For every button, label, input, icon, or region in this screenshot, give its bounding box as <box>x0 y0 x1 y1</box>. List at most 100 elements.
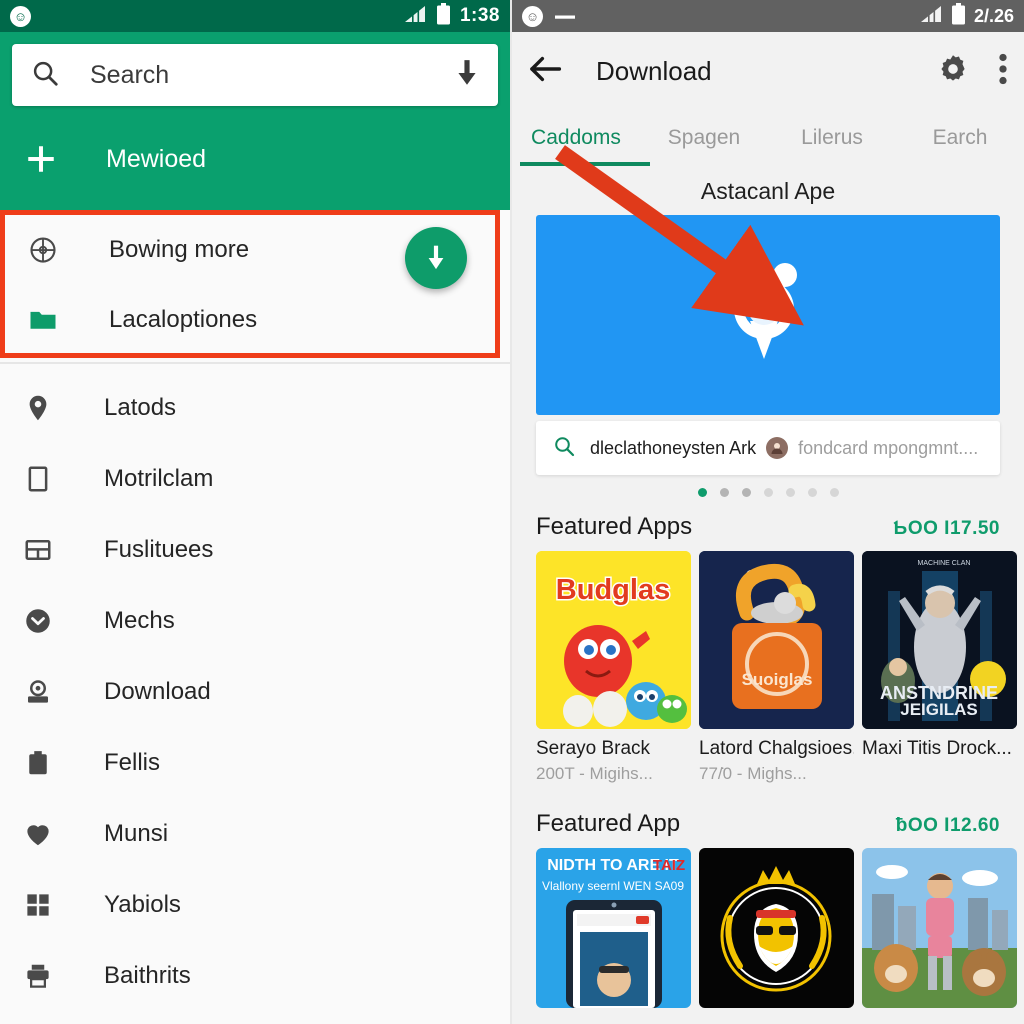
tab-caddoms[interactable]: Caddoms <box>512 126 640 150</box>
heart-icon <box>16 819 60 849</box>
sidebar-item-latods[interactable]: Latods <box>0 372 510 443</box>
layout-icon <box>16 535 60 565</box>
sidebar-item-lacaloptiones[interactable]: Lacaloptiones <box>5 285 495 355</box>
hero-title: Astacanl Ape <box>700 178 836 204</box>
promo-banner[interactable] <box>536 215 1000 415</box>
tab-lilerus[interactable]: Lilerus <box>768 126 896 150</box>
carousel-dot[interactable] <box>697 488 707 497</box>
left-status-bar: ☺ 1:38 <box>0 0 510 32</box>
briefcase-icon <box>16 748 60 778</box>
app-card[interactable]: NIDTH TO ARE IT TAIZ Vlallony seernl WEN… <box>536 848 691 1017</box>
app-thumbnail-anstndrine[interactable]: MACHINE CLAN ANSTNDRINE JEIGILAS <box>862 551 1017 729</box>
carousel-dots[interactable] <box>512 475 1024 505</box>
more-vertical-icon[interactable] <box>998 52 1008 91</box>
battery-status-text: 2/.26 <box>973 5 1014 26</box>
tab-spagen[interactable]: Spagen <box>640 126 768 150</box>
banner-search-text: dleclathoneysten Ark <box>590 437 757 458</box>
sidebar-item-motrilclam[interactable]: Motrilclam <box>0 443 510 514</box>
carousel-dot[interactable] <box>829 488 839 497</box>
sidebar-nav-list: Latods Motrilclam Fuslituees Mechs Downl… <box>0 364 510 1011</box>
section-header-featured-apps: Featured Apps ƄOO I17.50 <box>512 505 1024 551</box>
sidebar-item-fuslituees[interactable]: Fuslituees <box>0 514 510 585</box>
sidebar-item-munsi[interactable]: Munsi <box>0 798 510 869</box>
carousel-dot[interactable] <box>763 488 773 497</box>
sidebar-item-new-label: Mewioed <box>106 144 207 173</box>
square-outline-icon <box>16 464 60 494</box>
sidebar-item-fellis-label: Fellis <box>104 748 161 776</box>
chevron-down-circle-icon <box>16 606 60 636</box>
app-row-featured-apps: Budglas Serayo Brack 200T - Migihs... Su… <box>512 551 1024 784</box>
section-title: Featured App <box>536 810 681 837</box>
sidebar-item-baithrits-label: Baithrits <box>104 961 191 989</box>
svg-text:Vlallony seernl WEN SA09: Vlallony seernl WEN SA09 <box>542 879 684 893</box>
sidebar-item-lacaloptiones-label: Lacaloptiones <box>109 306 258 333</box>
app-name: Serayo Brack <box>536 738 651 759</box>
compass-icon <box>21 235 65 265</box>
app-row-featured-app: NIDTH TO ARE IT TAIZ Vlallony seernl WEN… <box>512 848 1024 1017</box>
banner-search-subtext: fondcard mpongmnt.... <box>798 437 979 458</box>
carousel-dot[interactable] <box>807 488 817 497</box>
download-box-icon <box>16 677 60 707</box>
app-thumbnail-sudiglas[interactable]: Suoiglas <box>699 551 854 729</box>
carousel-dot[interactable] <box>785 488 795 497</box>
app-thumbnail-budglas[interactable]: Budglas <box>536 551 691 729</box>
folder-icon <box>21 305 65 335</box>
sidebar-item-munsi-label: Munsi <box>104 819 169 847</box>
app-thumbnail-crown-crest[interactable] <box>699 848 854 1008</box>
app-name: Maxi Titis Drock... <box>862 738 1012 759</box>
section-price: ƀOO I12.60 <box>895 815 1000 836</box>
carousel-dot[interactable] <box>741 488 751 497</box>
highlighted-nav-group: Bowing more Lacaloptiones <box>0 210 500 358</box>
app-name: Latord Chalgsioes. <box>699 738 854 759</box>
right-toolbar: Download <box>512 32 1024 110</box>
sidebar-item-yabiols[interactable]: Yabiols <box>0 869 510 940</box>
sidebar-item-fellis[interactable]: Fellis <box>0 727 510 798</box>
download-arrow-icon[interactable] <box>454 58 480 93</box>
search-placeholder: Search <box>90 60 170 89</box>
app-card[interactable] <box>862 848 1017 1017</box>
sidebar-item-baithrits[interactable]: Baithrits <box>0 940 510 1011</box>
sidebar-item-new[interactable]: Mewioed <box>0 122 510 196</box>
banner-search-field[interactable]: dleclathoneysten Ark fondcard mpongmnt..… <box>536 421 1000 475</box>
search-icon <box>552 434 576 463</box>
app-card[interactable]: MACHINE CLAN ANSTNDRINE JEIGILAS Maxi Ti… <box>862 551 1017 784</box>
download-fab-button[interactable] <box>405 227 467 289</box>
app-thumbnail-hero-bears[interactable] <box>862 848 1017 1008</box>
download-arrow-icon <box>428 245 444 270</box>
sidebar-item-fuslituees-label: Fuslituees <box>104 535 214 563</box>
sidebar-item-bowing-more-label: Bowing more <box>109 236 250 263</box>
minus-icon <box>555 7 575 25</box>
app-card[interactable] <box>699 848 854 1017</box>
avatar-icon <box>766 437 789 459</box>
search-input[interactable]: Search <box>12 44 498 106</box>
app-card[interactable]: Budglas Serayo Brack 200T - Migihs... <box>536 551 691 784</box>
plus-icon <box>20 142 62 176</box>
sidebar-item-latods-label: Latods <box>104 393 177 421</box>
sidebar-item-download[interactable]: Download <box>0 656 510 727</box>
page-title: Download <box>596 55 712 86</box>
back-arrow-icon[interactable] <box>528 54 562 89</box>
section-price: ƄOO I17.50 <box>893 518 1000 539</box>
svg-text:TAIZ: TAIZ <box>653 857 685 874</box>
app-card[interactable]: Suoiglas Latord Chalgsioes. 77/̇0 - Migh… <box>699 551 854 784</box>
signal-bars-icon <box>403 4 427 29</box>
tab-bar: Caddoms Spagen Lilerus Earch <box>512 110 1024 166</box>
gear-icon[interactable] <box>936 52 970 91</box>
app-thumbnail-tablet-promo[interactable]: NIDTH TO ARE IT TAIZ Vlallony seernl WEN… <box>536 848 691 1008</box>
location-person-icon <box>720 259 816 372</box>
carousel-dot[interactable] <box>719 488 729 497</box>
active-tab-underline <box>520 162 650 166</box>
app-screen: ☺ 1:38 Search Mewioed Bowing more Lacalo… <box>0 0 1024 1024</box>
printer-icon <box>16 961 60 991</box>
sidebar-item-mechs[interactable]: Mechs <box>0 585 510 656</box>
ghost-icon: ☺ <box>10 5 31 27</box>
section-title: Featured Apps <box>536 513 693 540</box>
sidebar-item-download-label: Download <box>104 677 211 705</box>
tab-earch[interactable]: Earch <box>896 126 1024 150</box>
sidebar-item-yabiols-label: Yabiols <box>104 890 181 918</box>
svg-text:MACHINE CLAN: MACHINE CLAN <box>918 560 971 567</box>
download-content: Astacanl Ape dleclathoneysten Ark fondca… <box>512 166 1024 1017</box>
right-panel: ☺ 2/.26 Download Caddoms Spagen Lilerus … <box>512 0 1024 1024</box>
svg-text:Budglas: Budglas <box>556 574 670 606</box>
section-header-featured-app: Featured App ƀOO I12.60 <box>512 784 1024 848</box>
